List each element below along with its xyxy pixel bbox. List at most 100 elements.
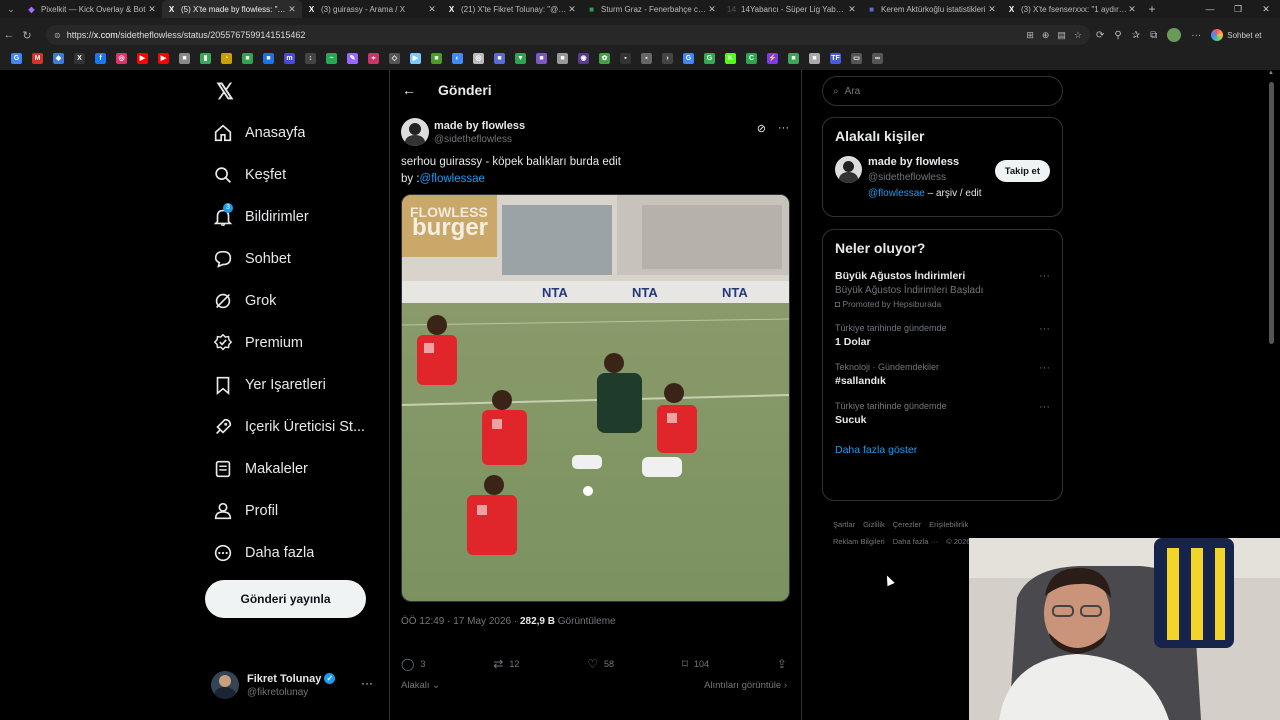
favorites-icon[interactable]: ✰ — [1132, 30, 1140, 41]
scrollbar-thumb[interactable] — [1269, 82, 1274, 344]
nav-item-more-circle[interactable]: Daha fazla — [211, 535, 381, 571]
tab-close-icon[interactable]: ✕ — [847, 4, 857, 15]
bookmark-item[interactable]: ↕ — [300, 50, 321, 66]
address-bar[interactable]: ⊜ https://x.com/sidetheflowless/status/2… — [46, 25, 1090, 45]
bookmark-item[interactable]: G — [699, 50, 720, 66]
repost-button[interactable]: ⇄ 12 — [493, 657, 519, 671]
relevant-person[interactable]: made by flowless @sidetheflowless @flowl… — [835, 156, 1050, 206]
tab-close-icon[interactable]: ✕ — [987, 4, 997, 15]
author-handle[interactable]: @sidetheflowless — [434, 134, 525, 145]
bookmark-item[interactable]: ■ — [426, 50, 447, 66]
like-button[interactable]: ♡ 58 — [587, 657, 614, 671]
follow-button[interactable]: Takip et — [994, 160, 1050, 182]
scroll-up-icon[interactable]: ▲ — [1268, 70, 1274, 76]
browser-tab[interactable]: X (5) X'te made by flowless: "serho ✕ — [162, 0, 302, 18]
footer-link[interactable]: Reklam Bilgileri — [833, 537, 885, 546]
footer-link[interactable]: Gizlilik — [863, 520, 885, 529]
nav-item-bookmark[interactable]: Yer İşaretleri — [211, 367, 381, 403]
author-name[interactable]: made by flowless — [434, 120, 525, 132]
account-switcher[interactable]: Fikret Tolunay ✓ @fikretolunay ··· — [211, 666, 381, 704]
share-button[interactable]: ⇪ — [777, 657, 787, 671]
bookmark-item[interactable]: ~ — [321, 50, 342, 66]
trend-item[interactable]: Türkiye tarihinde gündemde Sucuk ··· — [835, 401, 1050, 426]
tab-close-icon[interactable]: ✕ — [427, 4, 437, 15]
bookmark-item[interactable]: ▶ — [405, 50, 426, 66]
nav-item-premium[interactable]: Premium — [211, 325, 381, 361]
bookmark-item[interactable]: ▭ — [846, 50, 867, 66]
bookmark-item[interactable]: ◇ — [384, 50, 405, 66]
back-arrow-icon[interactable]: ← — [402, 82, 438, 98]
relevant-avatar[interactable] — [835, 156, 862, 183]
footer-link[interactable]: Erişilebilirlik — [929, 520, 968, 529]
bookmark-item[interactable]: ▪ — [615, 50, 636, 66]
tab-close-icon[interactable]: ✕ — [707, 4, 717, 15]
bookmark-item[interactable]: ■ — [804, 50, 825, 66]
trend-more-icon[interactable]: ··· — [1039, 362, 1050, 374]
bookmark-item[interactable]: ∞ — [867, 50, 888, 66]
restore-icon[interactable]: ❐ — [1224, 0, 1252, 18]
zoom-icon[interactable]: ⊕ — [1042, 30, 1050, 41]
tab-close-icon[interactable]: ✕ — [1127, 4, 1137, 15]
author-avatar[interactable] — [401, 118, 429, 146]
post-time[interactable]: ÖÖ 12:49 · 17 May 2026 — [401, 616, 511, 627]
bookmark-item[interactable]: ▮ — [195, 50, 216, 66]
nav-item-home[interactable]: Anasayfa — [211, 115, 381, 151]
bookmark-item[interactable]: › — [657, 50, 678, 66]
copilot-chat-button[interactable]: Sohbet et — [1211, 29, 1262, 41]
bookmark-item[interactable]: f — [90, 50, 111, 66]
sync-icon[interactable]: ⟳ — [1096, 30, 1104, 41]
bookmark-item[interactable]: ✿ — [594, 50, 615, 66]
browser-tab[interactable]: 14 14Yabancı - Süper Lig Yabancı İ ✕ — [722, 0, 862, 18]
post-mention-link[interactable]: @flowlessae — [420, 173, 485, 185]
bookmark-item[interactable]: G — [678, 50, 699, 66]
browser-tab[interactable]: ■ Sturm Graz - Fenerbahçe canlı ✕ — [582, 0, 722, 18]
nav-item-grok[interactable]: Grok — [211, 283, 381, 319]
trend-item[interactable]: Teknoloji · Gündemdekiler #sallandık ··· — [835, 362, 1050, 387]
tab-close-icon[interactable]: ✕ — [567, 4, 577, 15]
bookmark-item[interactable]: ▪ — [636, 50, 657, 66]
view-quotes-link[interactable]: Alıntıları görüntüle › — [704, 680, 787, 691]
bookmark-item[interactable]: ✎ — [342, 50, 363, 66]
bookmark-item[interactable]: G — [6, 50, 27, 66]
trend-more-icon[interactable]: ··· — [1039, 401, 1050, 413]
bookmark-item[interactable]: C — [741, 50, 762, 66]
reload-icon[interactable]: ↻ — [18, 29, 36, 42]
bookmark-item[interactable]: ▶ — [153, 50, 174, 66]
bookmark-item[interactable]: ◎ — [111, 50, 132, 66]
new-tab-button[interactable]: + — [1142, 2, 1162, 16]
search-box[interactable]: ⌕ — [822, 76, 1063, 106]
collections-icon[interactable]: ⧉ — [1150, 30, 1157, 41]
tab-search-icon[interactable]: ⌄ — [0, 0, 22, 18]
nav-item-article[interactable]: Makaleler — [211, 451, 381, 487]
bookmark-item[interactable]: ⌖ — [363, 50, 384, 66]
nav-item-chat[interactable]: Sohbet — [211, 241, 381, 277]
trend-more-icon[interactable]: ··· — [1039, 270, 1050, 282]
bookmark-item[interactable]: ◆ — [48, 50, 69, 66]
post-button[interactable]: Gönderi yayınla — [205, 580, 366, 618]
bookmark-item[interactable]: ■ — [174, 50, 195, 66]
bookmark-item[interactable]: K — [720, 50, 741, 66]
bookmark-item[interactable]: ■ — [552, 50, 573, 66]
star-icon[interactable]: ☆ — [1074, 30, 1082, 41]
bookmark-item[interactable]: ⚡ — [762, 50, 783, 66]
bookmark-item[interactable]: ■ — [531, 50, 552, 66]
bookmark-item[interactable]: ▼ — [510, 50, 531, 66]
bookmark-item[interactable]: ◐ — [447, 50, 468, 66]
bookmark-item[interactable]: ■ — [258, 50, 279, 66]
x-logo-icon[interactable]: 𝕏 — [211, 78, 239, 106]
nav-item-rocket[interactable]: İçerik Üreticisi St... — [211, 409, 381, 445]
site-info-icon[interactable]: ⊜ — [54, 31, 61, 40]
back-icon[interactable]: ← — [0, 29, 18, 41]
bookmark-item[interactable]: ■ — [489, 50, 510, 66]
trend-more-icon[interactable]: ··· — [1039, 323, 1050, 335]
nav-item-bell[interactable]: 3 Bildirimler — [211, 199, 381, 235]
reply-filter-dropdown[interactable]: Alakalı ⌄ — [401, 680, 440, 691]
bookmark-item[interactable]: ■ — [237, 50, 258, 66]
relevant-name[interactable]: made by flowless — [868, 156, 959, 168]
tab-close-icon[interactable]: ✕ — [287, 4, 297, 15]
bookmark-item[interactable]: X — [69, 50, 90, 66]
trend-item[interactable]: Türkiye tarihinde gündemde 1 Dolar ··· — [835, 323, 1050, 348]
nav-item-profile[interactable]: Profil — [211, 493, 381, 529]
browser-tab[interactable]: X (3) guirassy - Arama / X ✕ — [302, 0, 442, 18]
menu-icon[interactable]: ··· — [1191, 30, 1201, 41]
